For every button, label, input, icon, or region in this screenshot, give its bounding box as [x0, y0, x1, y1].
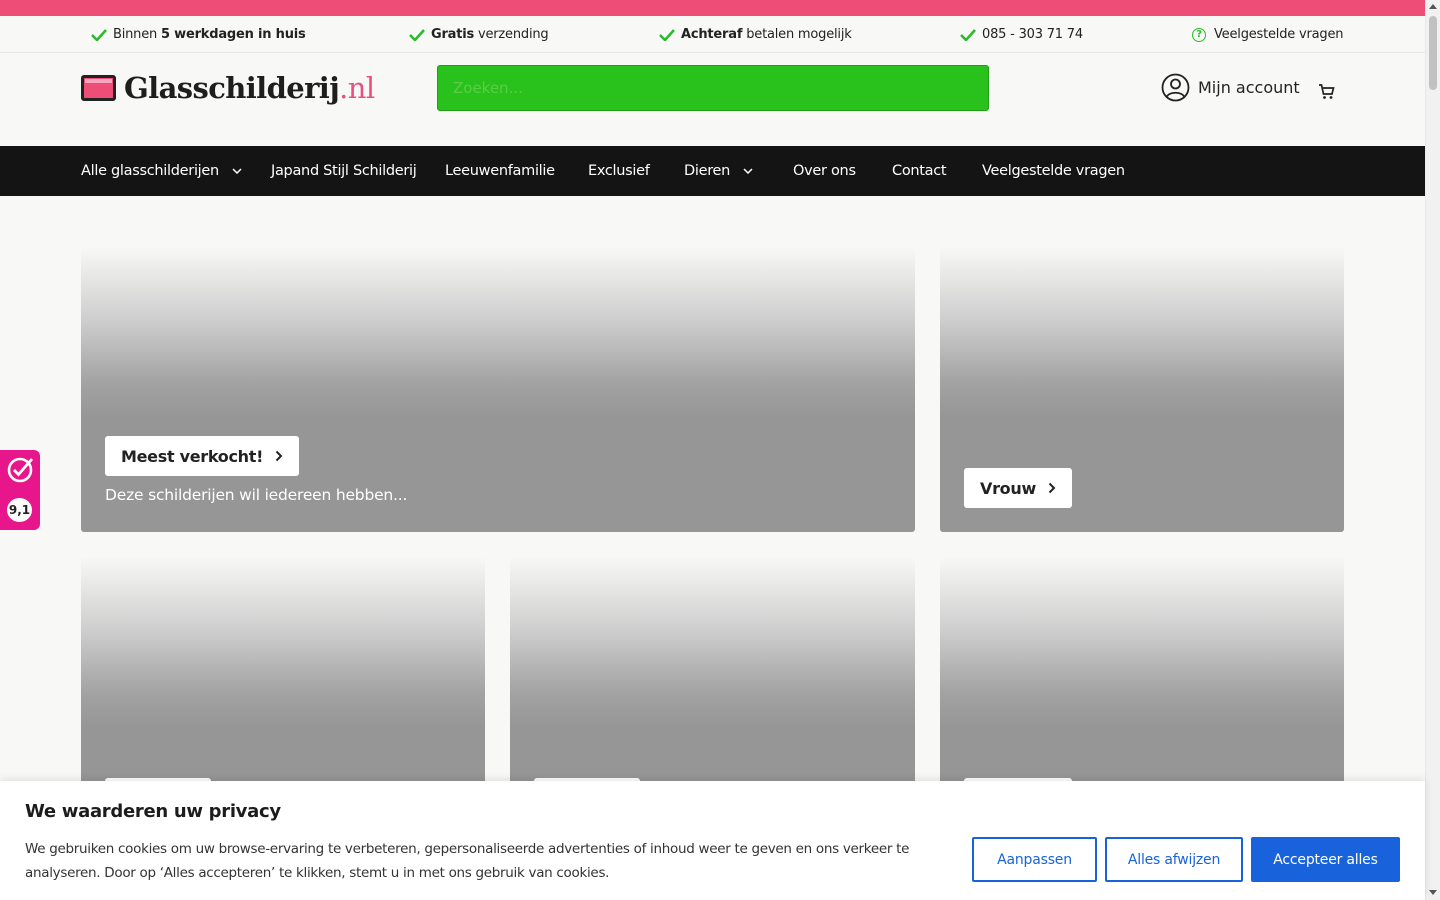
scroll-down-arrow[interactable]	[1429, 890, 1437, 895]
search-input[interactable]	[438, 66, 988, 110]
usp-shipping-bold: Gratis	[431, 27, 475, 42]
nav-label: Exclusief	[588, 163, 650, 179]
chevron-down-icon	[743, 168, 753, 174]
search-box	[437, 65, 989, 111]
cookie-title: We waarderen uw privacy	[25, 801, 281, 822]
cookie-text: We gebruiken cookies om uw browse-ervari…	[25, 841, 910, 881]
nav-item-veelgestelde-vragen[interactable]: Veelgestelde vragen	[982, 146, 1125, 196]
nav-item-alle-glasschilderijen[interactable]: Alle glasschilderijen	[81, 146, 242, 196]
scroll-up-arrow[interactable]	[1429, 4, 1437, 9]
nav-label: Veelgestelde vragen	[982, 163, 1125, 179]
nav-item-over-ons[interactable]: Over ons	[793, 146, 856, 196]
usp-payment-bold: Achteraf	[681, 27, 743, 42]
account-label: Mijn account	[1198, 78, 1300, 97]
question-icon: ?	[1192, 27, 1206, 42]
check-icon	[409, 28, 425, 41]
cookie-reject-button[interactable]: Alles afwijzen	[1105, 837, 1243, 882]
site-header: Glasschilderij.nl Mijn account	[0, 53, 1425, 146]
check-icon	[960, 28, 976, 41]
cookie-accept-button[interactable]: Accepteer alles	[1251, 837, 1400, 882]
check-icon	[659, 28, 675, 41]
logo-text: Glasschilderij.nl	[124, 71, 375, 105]
nav-label: Alle glasschilderijen	[81, 163, 219, 179]
usp-delivery-pre: Binnen	[113, 27, 161, 42]
logo-tld: .nl	[339, 71, 375, 105]
usp-phone[interactable]: 085 - 303 71 74	[960, 16, 1083, 53]
page-scrollbar[interactable]	[1425, 0, 1440, 900]
cookie-customize-button[interactable]: Aanpassen	[972, 837, 1097, 882]
nav-label: Over ons	[793, 163, 856, 179]
usp-phone-number: 085 - 303 71 74	[982, 27, 1083, 42]
nav-item-japand[interactable]: Japand Stijl Schilderij	[271, 146, 417, 196]
nav-label: Contact	[892, 163, 947, 179]
nav-item-exclusief[interactable]: Exclusief	[588, 146, 650, 196]
cookie-banner: We waarderen uw privacy We gebruiken coo…	[0, 781, 1425, 900]
main-navigation: Alle glasschilderijen Japand Stijl Schil…	[0, 146, 1425, 196]
nav-item-leeuwenfamilie[interactable]: Leeuwenfamilie	[445, 146, 555, 196]
nav-item-contact[interactable]: Contact	[892, 146, 947, 196]
vrouw-button-label: Vrouw	[980, 478, 1036, 498]
category-tile-bestsellers[interactable]: Meest verkocht! Deze schilderijen wil ie…	[81, 247, 915, 532]
chevron-right-icon	[1048, 482, 1056, 494]
nav-label: Japand Stijl Schilderij	[271, 163, 417, 179]
usp-shipping-post: verzending	[474, 27, 549, 42]
bestsellers-button-label: Meest verkocht!	[121, 446, 264, 466]
vrouw-button[interactable]: Vrouw	[964, 468, 1072, 508]
user-icon	[1161, 73, 1190, 102]
usp-delivery-bold: 5 werkdagen in huis	[160, 27, 306, 42]
rating-score: 9,1	[7, 498, 32, 522]
nav-label: Dieren	[684, 163, 731, 179]
nav-item-dieren[interactable]: Dieren	[684, 146, 753, 196]
usp-shipping: Gratis verzending	[409, 16, 549, 53]
chevron-down-icon	[232, 168, 242, 174]
bestsellers-button[interactable]: Meest verkocht!	[105, 436, 300, 476]
usp-faq-link[interactable]: ? Veelgestelde vragen	[1192, 16, 1344, 53]
usp-delivery: Binnen 5 werkdagen in huis	[91, 16, 306, 53]
review-badge-icon	[7, 457, 34, 483]
logo-name: Glasschilderij	[124, 71, 340, 105]
usp-faq-label: Veelgestelde vragen	[1214, 27, 1344, 42]
usp-bar: Binnen 5 werkdagen in huis Gratis verzen…	[0, 16, 1425, 53]
account-link[interactable]: Mijn account	[1161, 73, 1300, 102]
logo-frame-icon	[81, 75, 116, 101]
usp-payment-post: betalen mogelijk	[742, 27, 852, 42]
check-icon	[91, 28, 107, 41]
nav-label: Leeuwenfamilie	[445, 163, 555, 179]
top-accent-bar	[0, 0, 1425, 16]
bestsellers-subtitle: Deze schilderijen wil iedereen hebben...	[105, 486, 408, 504]
category-tile-vrouw[interactable]: Vrouw	[940, 247, 1344, 532]
rating-widget[interactable]: 9,1	[0, 450, 40, 530]
site-logo[interactable]: Glasschilderij.nl	[81, 71, 375, 105]
scrollbar-thumb[interactable]	[1429, 16, 1437, 90]
usp-payment: Achteraf betalen mogelijk	[659, 16, 852, 53]
cart-icon[interactable]	[1318, 83, 1335, 100]
chevron-right-icon	[275, 450, 283, 462]
